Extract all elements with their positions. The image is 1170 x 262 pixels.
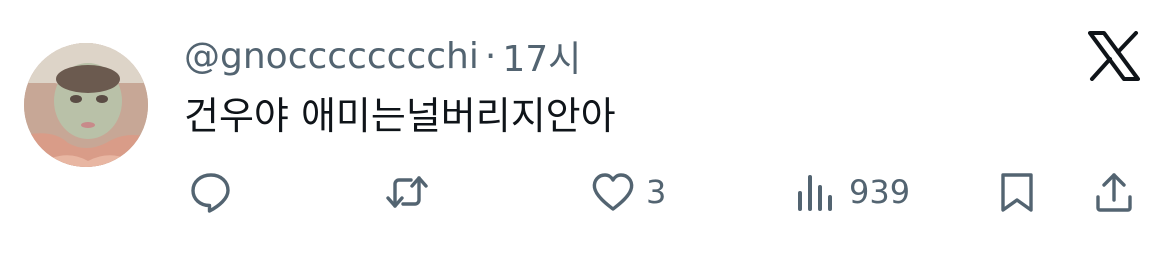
bookmark-icon <box>1001 173 1033 212</box>
avatar-image <box>24 43 148 167</box>
header-separator: · <box>484 35 497 77</box>
bookmark-button[interactable] <box>994 168 1040 216</box>
user-handle[interactable]: @gnocccccccchi <box>184 36 479 77</box>
views-button[interactable]: 939 <box>793 168 910 216</box>
tweet-text: 건우야 애미는널버리지안아 <box>184 93 616 138</box>
reply-button[interactable] <box>188 168 234 216</box>
share-icon <box>1096 173 1132 212</box>
retweet-button[interactable] <box>384 168 430 216</box>
like-count: 3 <box>646 173 667 211</box>
share-button[interactable] <box>1091 168 1137 216</box>
views-icon <box>798 175 832 211</box>
views-count: 939 <box>849 173 911 211</box>
tweet-timestamp[interactable]: 17시 <box>502 30 581 82</box>
reply-icon <box>191 173 230 213</box>
retweet-icon <box>386 176 428 208</box>
tweet-card: @gnocccccccchi · 17시 건우야 애미는널버리지안아 3 939 <box>0 0 1170 262</box>
avatar[interactable] <box>24 43 148 167</box>
tweet-header: @gnocccccccchi · 17시 <box>184 26 581 86</box>
like-button[interactable]: 3 <box>590 168 666 216</box>
heart-icon <box>592 173 634 211</box>
x-logo-icon <box>1088 31 1140 81</box>
